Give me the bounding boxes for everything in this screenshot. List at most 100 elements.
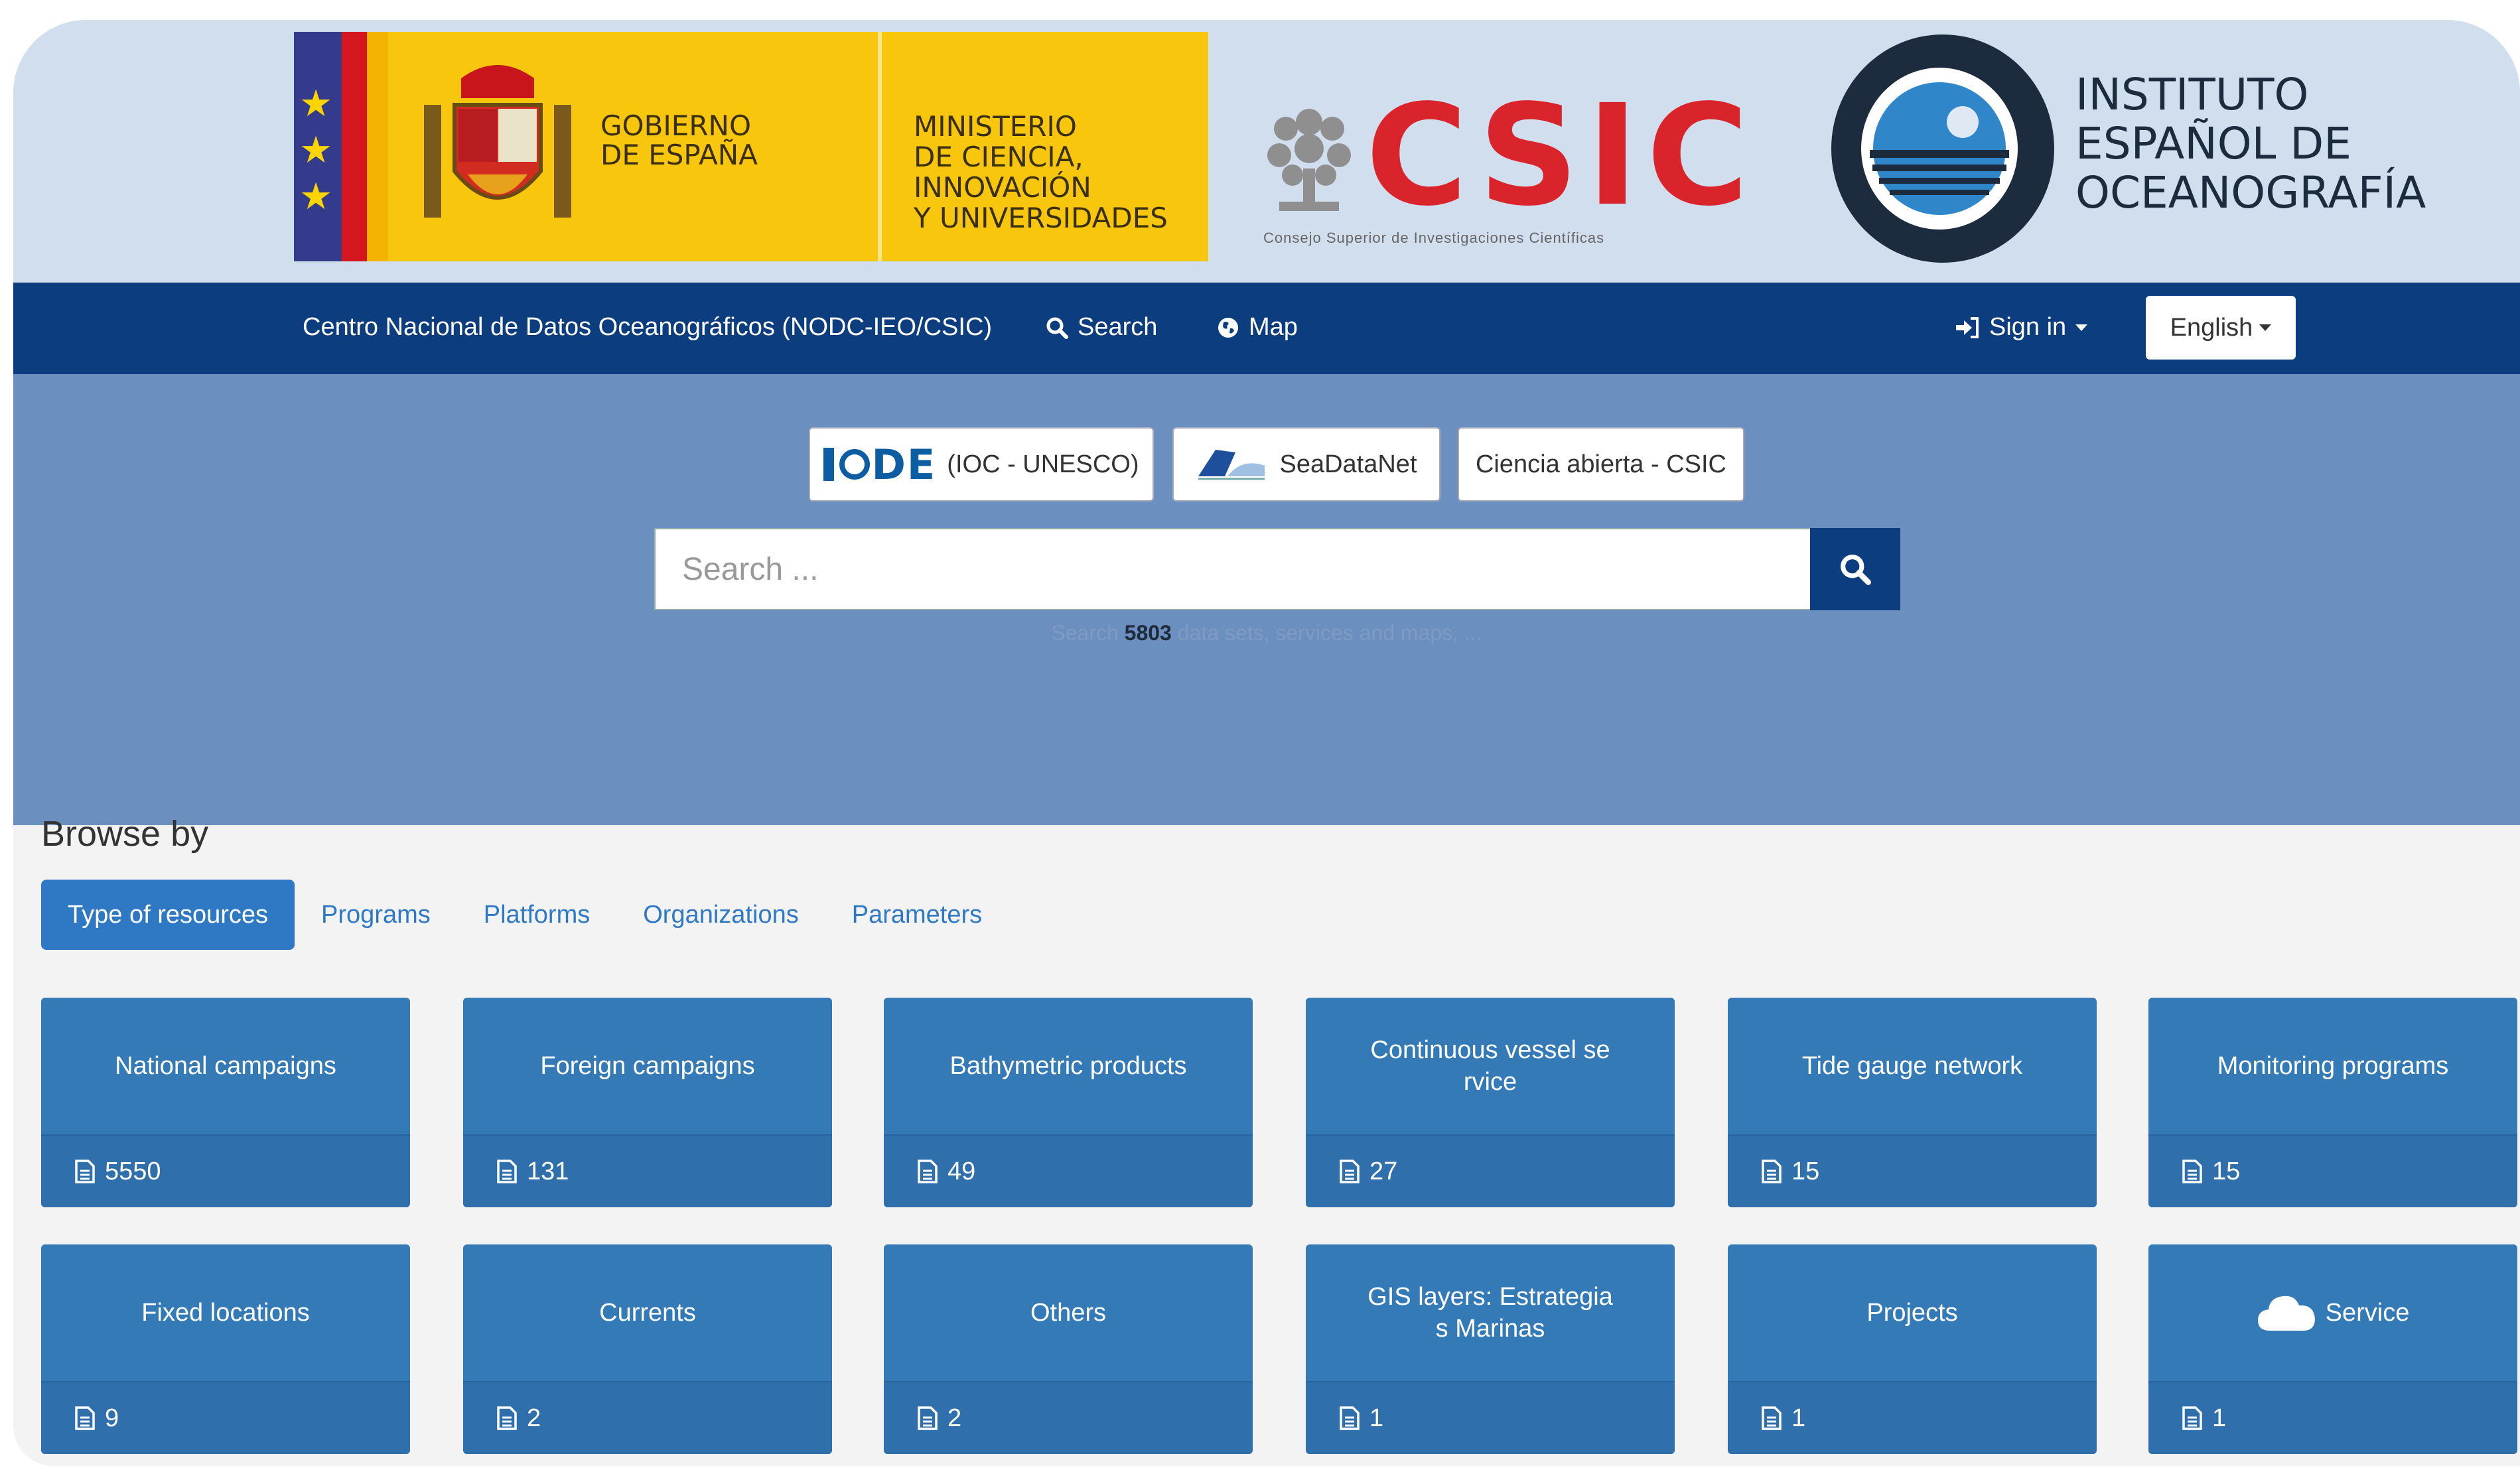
document-icon <box>1762 1160 1782 1183</box>
csic-logo[interactable]: CSIC Consejo Superior de Investigaciones… <box>1259 86 1784 259</box>
ieo-logo-icon[interactable] <box>1830 33 2056 264</box>
resource-tile[interactable]: Monitoring programs 15 <box>2148 998 2517 1207</box>
tile-label: Fixed locations <box>141 1299 310 1327</box>
tile-label: National campaigns <box>115 1052 336 1080</box>
resource-tile[interactable]: Currents 2 <box>463 1244 832 1454</box>
tree-emblem-icon <box>1267 109 1351 211</box>
nav-search-link[interactable]: Search <box>1046 313 1157 342</box>
tile-count: 5550 <box>105 1157 161 1185</box>
document-icon <box>918 1406 938 1430</box>
seadatanet-logo-icon <box>1198 450 1265 480</box>
ieo-name: INSTITUTO ESPAÑOL DE OCEANOGRAFÍA <box>2075 69 2426 218</box>
ciencia-abierta-filter-button[interactable]: Ciencia abierta - CSIC <box>1458 427 1744 501</box>
seadatanet-filter-button[interactable]: SeaDataNet <box>1172 427 1440 501</box>
tile-label: GIS layers: Estrategia s Marinas <box>1367 1283 1613 1343</box>
nav-map-label: Map <box>1249 313 1298 341</box>
star-icon: ★ <box>299 82 333 124</box>
search-button[interactable] <box>1810 528 1900 610</box>
page-frame: ★ ★ ★ GOBIERNO DE ESPAÑA MINISTERIO DE C… <box>13 20 2520 1466</box>
sign-in-dropdown[interactable]: Sign in <box>1955 313 2088 342</box>
document-icon <box>1340 1160 1360 1183</box>
document-icon <box>1340 1406 1360 1430</box>
tile-count: 1 <box>1369 1404 1384 1432</box>
resource-tile[interactable]: Service 1 <box>2148 1244 2517 1454</box>
language-selector[interactable]: English <box>2146 296 2296 360</box>
search-bar <box>654 528 1900 610</box>
star-icon: ★ <box>299 175 333 217</box>
document-icon <box>1762 1406 1782 1430</box>
tile-count: 9 <box>105 1404 119 1432</box>
tile-count: 1 <box>2212 1404 2227 1432</box>
tile-count: 1 <box>1791 1404 1806 1432</box>
resource-tile[interactable]: Others 2 <box>884 1244 1253 1454</box>
resource-tile[interactable]: Tide gauge network 15 <box>1728 998 2097 1207</box>
tile-label: Monitoring programs <box>2217 1052 2449 1080</box>
resource-tile[interactable]: Bathymetric products 49 <box>884 998 1253 1207</box>
search-hint: Search 5803 data sets, services and maps… <box>1051 621 1482 645</box>
search-icon <box>1841 555 1871 585</box>
chevron-down-icon <box>2075 324 2088 331</box>
tile-count: 131 <box>527 1157 569 1185</box>
tile-count: 49 <box>947 1157 976 1185</box>
tile-label: Others <box>1030 1299 1107 1327</box>
star-icon: ★ <box>299 129 333 170</box>
logo-band: ★ ★ ★ GOBIERNO DE ESPAÑA MINISTERIO DE C… <box>13 20 2520 283</box>
language-label: English <box>2170 313 2253 342</box>
tile-label: Continuous vessel se rvice <box>1370 1036 1610 1096</box>
tile-count: 27 <box>1369 1157 1398 1185</box>
resource-tile[interactable]: Fixed locations 9 <box>41 1244 410 1454</box>
eu-spain-flag: ★ ★ ★ <box>294 32 388 261</box>
tile-count: 15 <box>2212 1157 2241 1185</box>
tile-count: 2 <box>527 1404 541 1432</box>
document-icon <box>497 1406 517 1430</box>
search-input[interactable] <box>654 528 1810 610</box>
government-name: GOBIERNO DE ESPAÑA <box>600 109 758 171</box>
resource-tile[interactable]: Foreign campaigns 131 <box>463 998 832 1207</box>
search-icon <box>1046 317 1068 339</box>
resource-tile[interactable]: Projects 1 <box>1728 1244 2097 1454</box>
resource-tile[interactable]: Continuous vessel se rvice 27 <box>1306 998 1675 1207</box>
tab-platforms[interactable]: Platforms <box>457 880 616 950</box>
nav-brand-link[interactable]: Centro Nacional de Datos Oceanográficos … <box>303 313 992 342</box>
csic-wordmark: CSIC <box>1365 74 1757 237</box>
document-icon <box>497 1160 517 1183</box>
tab-organizations[interactable]: Organizations <box>616 880 825 950</box>
tile-label: Foreign campaigns <box>540 1052 755 1080</box>
ministry-name: MINISTERIO DE CIENCIA, INNOVACIÓN Y UNIV… <box>914 110 1168 234</box>
sign-in-icon <box>1956 316 1979 338</box>
resource-tile[interactable]: GIS layers: Estrategia s Marinas 1 <box>1306 1244 1675 1454</box>
tile-label: Currents <box>599 1299 696 1327</box>
document-icon <box>75 1406 95 1430</box>
resource-tile[interactable]: National campaigns 5550 <box>41 998 410 1207</box>
coat-of-arms-icon <box>424 65 571 218</box>
sign-in-label: Sign in <box>1989 313 2067 341</box>
browse-tabs: Type of resources Programs Platforms Org… <box>41 880 1009 950</box>
tile-label: Projects <box>1866 1299 1958 1327</box>
cloud-icon <box>2257 1296 2315 1331</box>
document-icon <box>2182 1406 2202 1430</box>
tile-label: Bathymetric products <box>949 1052 1187 1080</box>
dataset-count: 5803 <box>1124 621 1172 645</box>
navbar: Centro Nacional de Datos Oceanográficos … <box>13 283 2520 374</box>
nav-search-label: Search <box>1078 313 1158 341</box>
tab-parameters[interactable]: Parameters <box>825 880 1009 950</box>
iode-logo: DE <box>823 440 936 489</box>
tile-count: 15 <box>1791 1157 1820 1185</box>
iode-filter-button[interactable]: DE (IOC - UNESCO) <box>809 427 1154 501</box>
tile-label: Tide gauge network <box>1801 1052 2023 1080</box>
nav-map-link[interactable]: Map <box>1217 313 1298 342</box>
browse-heading: Browse by <box>41 814 209 854</box>
tab-programs[interactable]: Programs <box>295 880 457 950</box>
tile-label: Service <box>2325 1299 2410 1327</box>
government-logo[interactable]: ★ ★ ★ GOBIERNO DE ESPAÑA MINISTERIO DE C… <box>294 32 1208 261</box>
seadatanet-label: SeaDataNet <box>1279 450 1417 478</box>
document-icon <box>75 1160 95 1183</box>
tile-count: 2 <box>947 1404 962 1432</box>
tab-type-of-resources[interactable]: Type of resources <box>41 880 295 950</box>
globe-icon <box>1218 317 1238 338</box>
hero-search-area: DE (IOC - UNESCO) SeaDataNet Ciencia abi… <box>13 374 2520 825</box>
document-icon <box>918 1160 938 1183</box>
document-icon <box>2182 1160 2202 1183</box>
iode-label: (IOC - UNESCO) <box>947 450 1139 478</box>
csic-subtitle: Consejo Superior de Investigaciones Cien… <box>1263 230 1605 246</box>
